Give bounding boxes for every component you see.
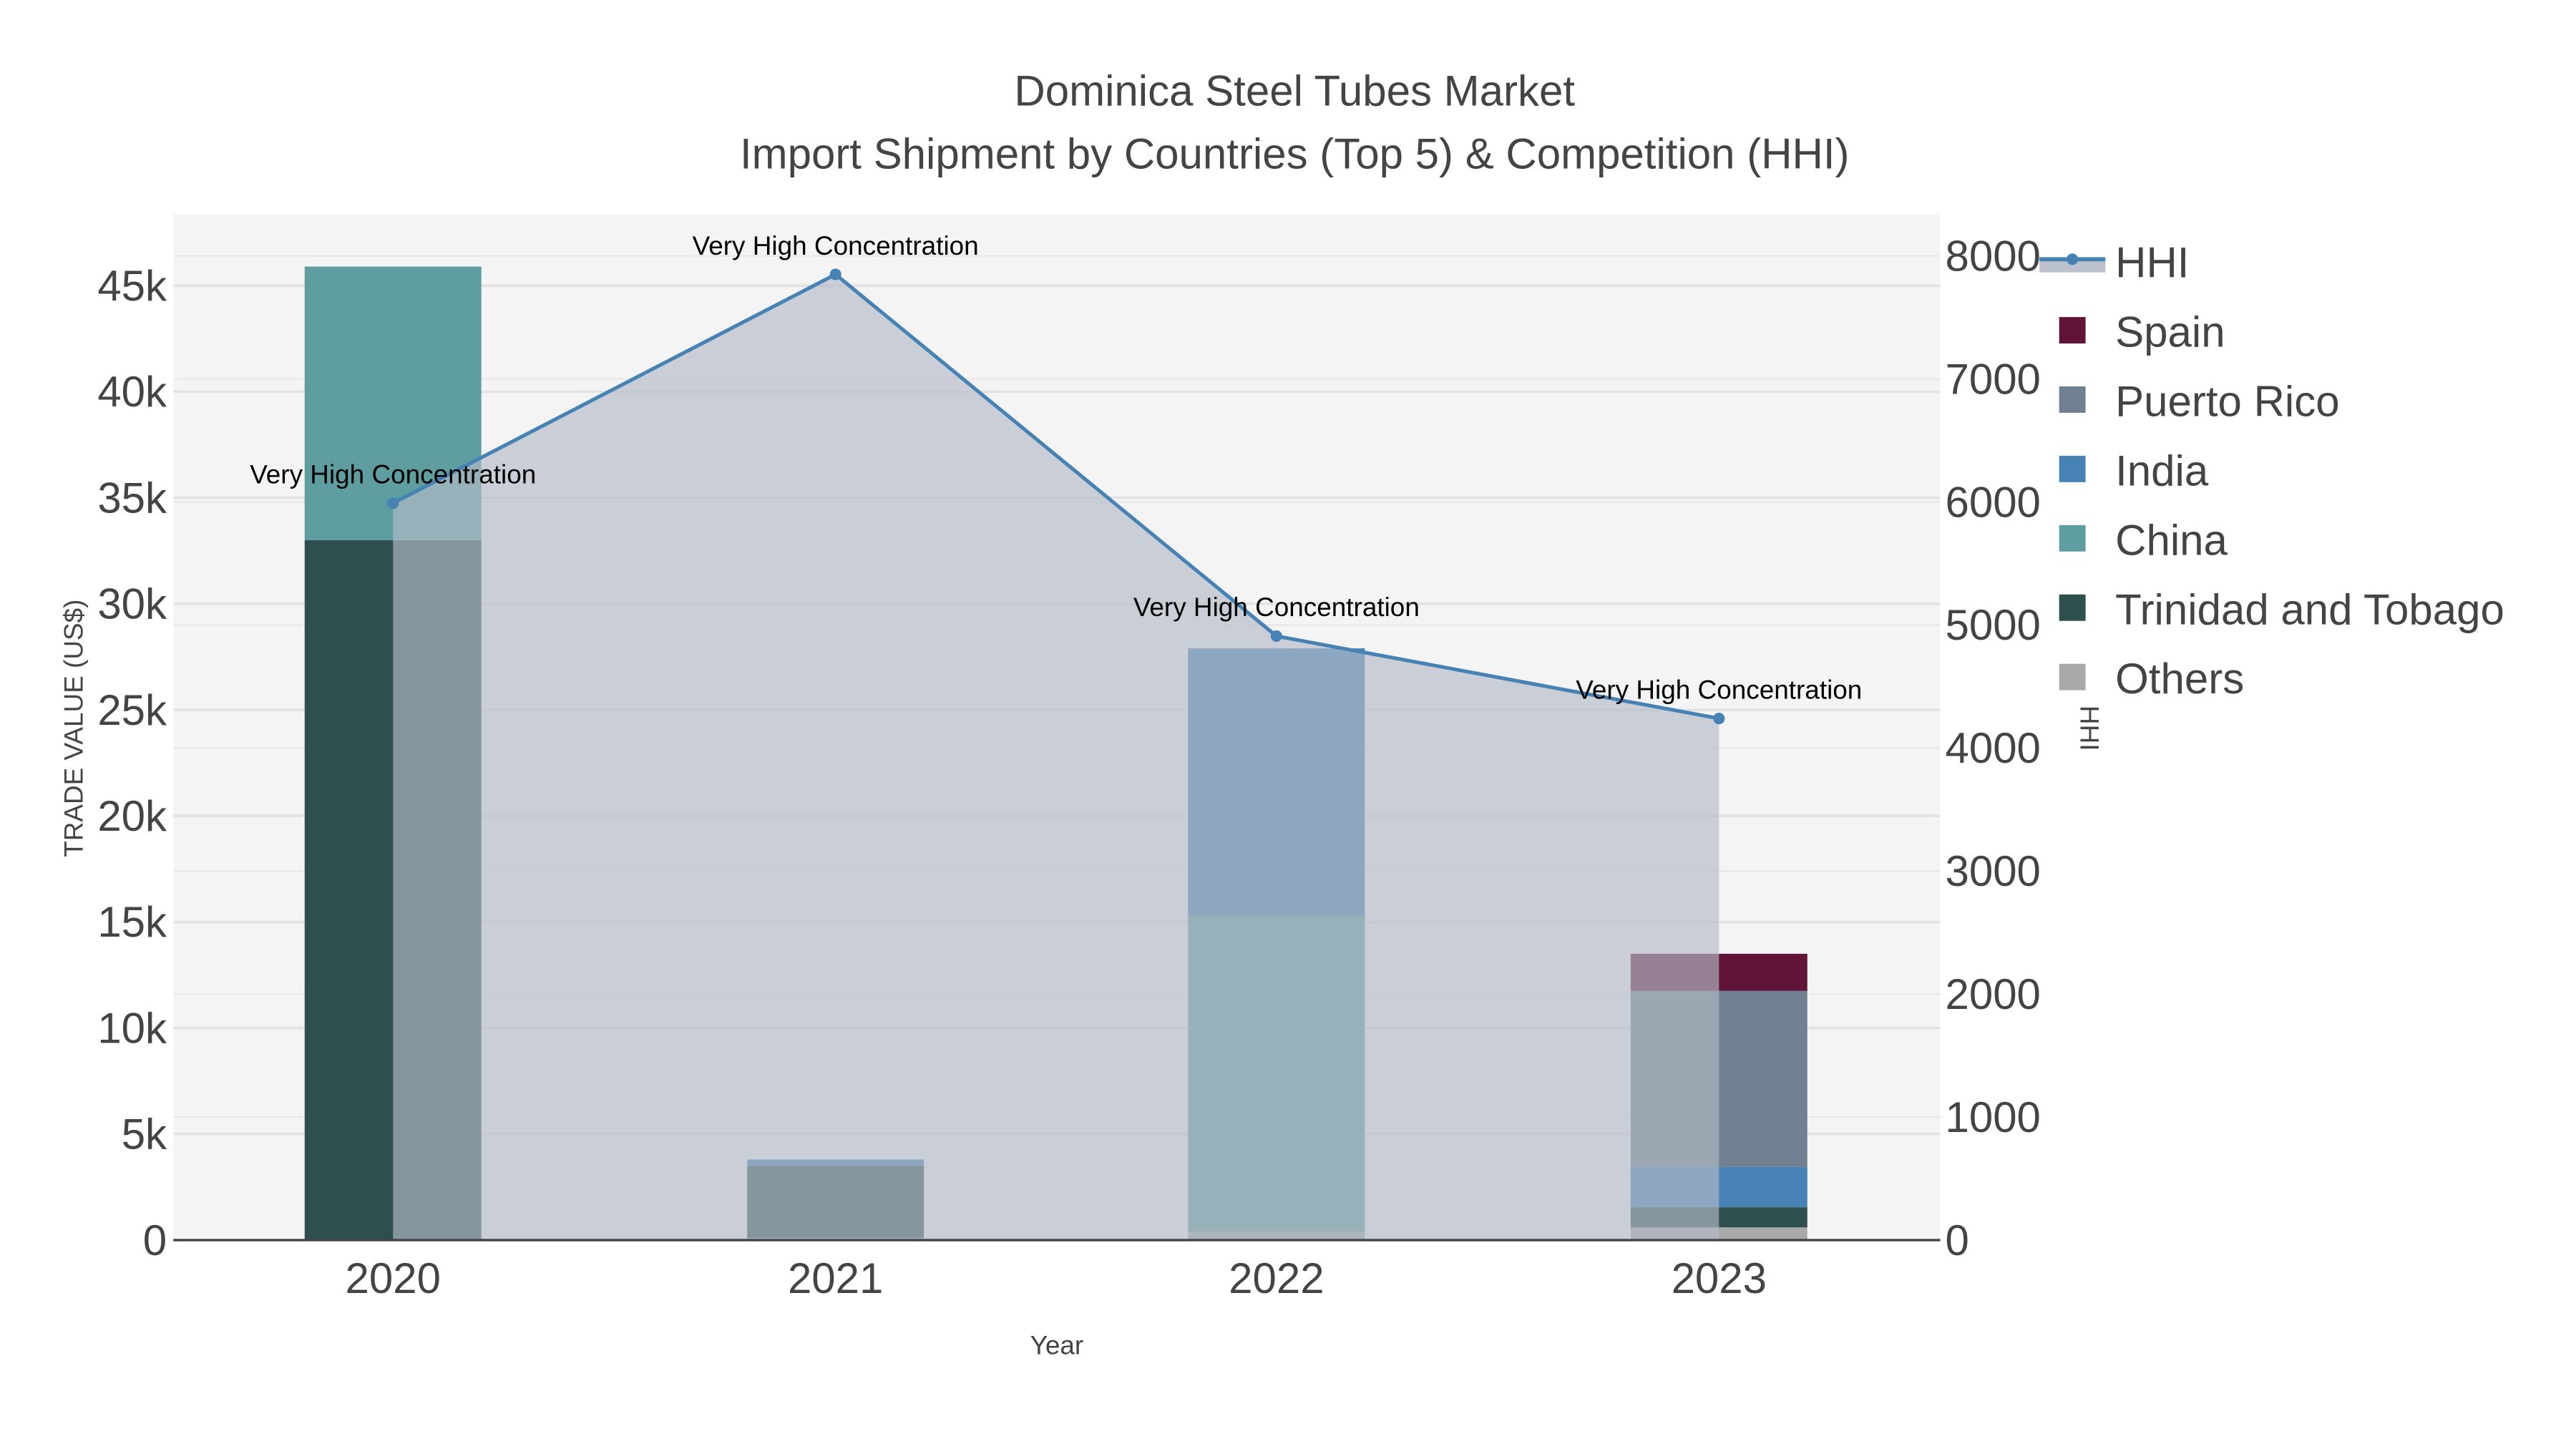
- x-tick-label: 2021: [788, 1254, 883, 1302]
- hhi-point[interactable]: [1270, 630, 1282, 643]
- legend: HHI Spain Puerto Rico India China Trinidad an…: [2039, 239, 2504, 703]
- hhi-annotation: Very High Concentration: [693, 231, 979, 260]
- y2-tick-label: 3000: [1945, 847, 2040, 895]
- hhi-point[interactable]: [387, 497, 399, 509]
- y-tick-label: 40k: [97, 368, 167, 416]
- legend-swatch: [2059, 317, 2086, 343]
- y-tick-label: 5k: [122, 1111, 167, 1158]
- legend-item-label[interactable]: Trinidad and Tobago: [2115, 585, 2504, 633]
- y-tick-label: 45k: [97, 262, 167, 310]
- hhi-annotation: Very High Concentration: [1133, 592, 1420, 622]
- legend-item-label[interactable]: HHI: [2115, 239, 2189, 287]
- x-tick-label: 2022: [1229, 1254, 1324, 1302]
- legend-swatch: [2059, 663, 2086, 691]
- x-tick-label: 2020: [345, 1254, 440, 1302]
- y2-tick-label: 2000: [1945, 970, 2040, 1018]
- legend-swatch: [2059, 455, 2086, 482]
- y2-tick-label: 6000: [1945, 478, 2040, 526]
- y-axis-title: TRADE VALUE (US$): [59, 600, 88, 857]
- legend-swatch: [2059, 386, 2086, 413]
- y2-tick-label: 1000: [1945, 1093, 2040, 1141]
- y-tick-label: 25k: [97, 686, 167, 734]
- y-tick-label: 35k: [97, 474, 167, 522]
- chart-subtitle: Import Shipment by Countries (Top 5) & C…: [740, 130, 1850, 177]
- y-tick-label: 15k: [97, 898, 167, 946]
- y2-tick-label: 5000: [1945, 601, 2040, 649]
- hhi-annotation: Very High Concentration: [1576, 675, 1862, 704]
- legend-item-label[interactable]: China: [2115, 516, 2228, 564]
- legend-item-label[interactable]: Others: [2115, 655, 2244, 703]
- legend-swatch: [2059, 594, 2086, 621]
- legend-hhi-marker: [2067, 253, 2079, 265]
- chart-title: Dominica Steel Tubes Market: [1014, 67, 1575, 115]
- y2-tick-label: 7000: [1945, 355, 2040, 403]
- legend-item-label[interactable]: India: [2115, 447, 2209, 494]
- y2-tick-label: 0: [1945, 1216, 1968, 1264]
- y-tick-label: 30k: [97, 580, 167, 628]
- y-tick-label: 20k: [97, 792, 167, 840]
- y-tick-label: 10k: [97, 1004, 167, 1052]
- x-axis-title: Year: [1030, 1330, 1084, 1360]
- legend-swatch: [2059, 525, 2086, 552]
- legend-item-label[interactable]: Spain: [2115, 308, 2225, 356]
- chart: Very High Concentration Very High Concent…: [59, 67, 2504, 1360]
- y-tick-label: 0: [143, 1216, 167, 1264]
- x-tick-label: 2023: [1672, 1254, 1767, 1302]
- y2-axis-title: HHI: [2075, 706, 2104, 751]
- legend-item-label[interactable]: Puerto Rico: [2115, 378, 2339, 426]
- hhi-point[interactable]: [1713, 713, 1725, 725]
- hhi-point[interactable]: [829, 268, 841, 280]
- hhi-annotation: Very High Concentration: [250, 460, 536, 489]
- y2-tick-label: 8000: [1945, 232, 2040, 280]
- y2-tick-label: 4000: [1945, 724, 2040, 772]
